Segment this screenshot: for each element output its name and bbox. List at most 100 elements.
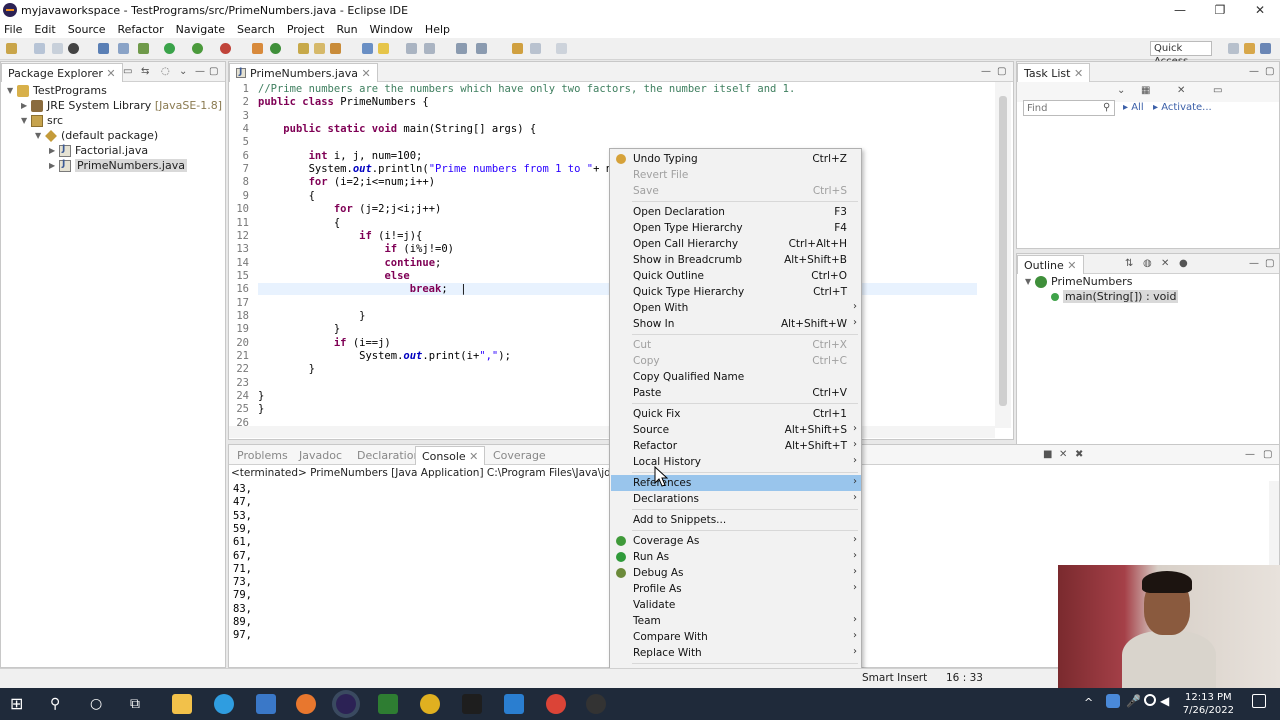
tab-coverage[interactable]: Coverage <box>487 446 552 465</box>
menu-help[interactable]: Help <box>425 23 450 36</box>
menu-file[interactable]: File <box>4 23 22 36</box>
vscode-icon[interactable] <box>504 694 524 714</box>
minimize-view-icon[interactable]: — <box>1245 449 1255 460</box>
menu-item-declarations[interactable]: Declarations › <box>611 491 861 507</box>
menu-item-paste[interactable]: Paste Ctrl+V <box>611 385 861 401</box>
task-view-icon[interactable]: ⧉ <box>130 694 150 714</box>
focus-icon[interactable]: ◌ <box>161 66 170 77</box>
close-tab-icon[interactable]: ✕ <box>1067 259 1076 272</box>
tray-app-icon[interactable] <box>1106 694 1120 708</box>
menu-item-copy-qualified-name[interactable]: Copy Qualified Name <box>611 369 861 385</box>
menu-item-show-in-breadcrumb[interactable]: Show in Breadcrumb Alt+Shift+B <box>611 252 861 268</box>
menu-item-open-type-hierarchy[interactable]: Open Type Hierarchy F4 <box>611 220 861 236</box>
menu-item-team[interactable]: Team › <box>611 613 861 629</box>
notepad-plus-icon[interactable] <box>378 694 398 714</box>
tree-item-default-package[interactable]: ▼ (default package) <box>35 128 158 143</box>
external-tools-icon[interactable] <box>220 43 231 54</box>
store-icon[interactable] <box>256 694 276 714</box>
expanded-arrow-icon[interactable]: ▼ <box>35 131 45 140</box>
volume-icon[interactable]: ◀ <box>1160 694 1169 708</box>
chrome-icon[interactable] <box>546 694 566 714</box>
editor-vertical-scrollbar[interactable] <box>995 82 1011 428</box>
menu-item-cut[interactable]: Cut Ctrl+X <box>611 337 861 353</box>
forward-icon[interactable] <box>556 43 567 54</box>
toggle-icon[interactable] <box>98 43 109 54</box>
terminate-icon[interactable]: ■ <box>1043 449 1052 460</box>
menu-item-open-declaration[interactable]: Open Declaration F3 <box>611 204 861 220</box>
menu-item-revert-file[interactable]: Revert File <box>611 167 861 183</box>
remove-all-icon[interactable]: ✖ <box>1075 449 1083 460</box>
menu-item-save[interactable]: Save Ctrl+S <box>611 183 861 199</box>
maximize-view-icon[interactable]: ▢ <box>997 66 1006 77</box>
maximize-view-icon[interactable]: ▢ <box>1265 66 1274 77</box>
tab-problems[interactable]: Problems <box>231 446 294 465</box>
search-icon[interactable] <box>330 43 341 54</box>
open-type-icon[interactable] <box>314 43 325 54</box>
file-explorer-icon[interactable] <box>172 694 192 714</box>
previous-annotation-icon[interactable] <box>476 43 487 54</box>
tab-primenumbers-java[interactable]: PrimeNumbers.java ✕ <box>229 63 378 82</box>
menu-item-references[interactable]: References› <box>611 475 861 491</box>
show-hidden-icons-icon[interactable]: ^ <box>1084 696 1093 709</box>
close-tab-icon[interactable]: ✕ <box>361 67 370 80</box>
menu-item-source[interactable]: Source Alt+Shift+S › <box>611 422 861 438</box>
menu-item-profile-as[interactable]: Profile As › <box>611 581 861 597</box>
close-button[interactable]: ✕ <box>1240 0 1280 20</box>
expanded-arrow-icon[interactable]: ▼ <box>7 86 17 95</box>
last-edit-icon[interactable] <box>512 43 523 54</box>
debug-icon[interactable] <box>138 43 149 54</box>
minimize-view-icon[interactable]: — <box>195 66 205 77</box>
menu-search[interactable]: Search <box>237 23 275 36</box>
task-find-input[interactable] <box>1023 100 1115 116</box>
new-task-icon[interactable]: ▦ <box>1141 85 1150 96</box>
new-class-icon[interactable] <box>298 43 309 54</box>
menu-item-validate[interactable]: Validate <box>611 597 861 613</box>
menu-item-quick-type-hierarchy[interactable]: Quick Type Hierarchy Ctrl+T <box>611 284 861 300</box>
menu-item-local-history[interactable]: Local History › <box>611 454 861 470</box>
menu-run[interactable]: Run <box>336 23 357 36</box>
run-icon[interactable] <box>164 43 175 54</box>
tab-outline[interactable]: Outline ✕ <box>1017 255 1084 274</box>
collapsed-arrow-icon[interactable]: ▶ <box>21 101 31 110</box>
menu-item-coverage-as[interactable]: Coverage As › <box>611 533 861 549</box>
all-link[interactable]: ▸ All <box>1123 102 1144 113</box>
maximize-view-icon[interactable]: ▢ <box>1263 449 1272 460</box>
hide-static-icon[interactable]: ✕ <box>1161 258 1169 269</box>
hide-nonpublic-icon[interactable]: ● <box>1179 258 1188 269</box>
collapse-all-icon[interactable]: ▭ <box>123 66 132 77</box>
menu-edit[interactable]: Edit <box>34 23 55 36</box>
tab-javadoc[interactable]: Javadoc <box>293 446 348 465</box>
editor-scroll-thumb[interactable] <box>999 96 1007 406</box>
tab-task-list[interactable]: Task List ✕ <box>1017 63 1091 82</box>
quick-access-field[interactable]: Quick Access <box>1150 41 1212 67</box>
open-perspective-icon[interactable] <box>1228 43 1239 54</box>
minimize-button[interactable]: — <box>1160 0 1200 20</box>
minimize-view-icon[interactable]: — <box>981 66 991 77</box>
notifications-icon[interactable] <box>1252 694 1266 708</box>
show-whitespace-icon[interactable] <box>406 43 417 54</box>
menu-item-copy[interactable]: Copy Ctrl+C <box>611 353 861 369</box>
tree-item-primenumbers[interactable]: ▶ PrimeNumbers.java <box>49 158 187 173</box>
tab-package-explorer[interactable]: Package Explorer ✕ <box>1 63 123 82</box>
menu-item-show-in[interactable]: Show In Alt+Shift+W › <box>611 316 861 332</box>
next-annotation-icon[interactable] <box>456 43 467 54</box>
windows-start-icon[interactable]: ⊞ <box>10 694 30 714</box>
network-icon[interactable] <box>1144 694 1156 706</box>
tab-console[interactable]: Console ✕ <box>415 446 486 465</box>
outline-method-item[interactable]: main(String[]) : void <box>1051 289 1179 304</box>
maximize-button[interactable]: ❐ <box>1200 0 1240 20</box>
eclipse-taskbar-icon[interactable] <box>336 694 356 714</box>
checkmark-app-icon[interactable] <box>420 694 440 714</box>
word-wrap-icon[interactable] <box>378 43 389 54</box>
minimize-view-icon[interactable]: — <box>1249 66 1259 77</box>
menu-window[interactable]: Window <box>370 23 413 36</box>
microphone-icon[interactable]: 🎤 <box>1126 694 1141 708</box>
link-editor-icon[interactable]: ⇆ <box>141 66 149 77</box>
tree-item-jre-library[interactable]: ▶ JRE System Library [JavaSE-1.8] <box>21 98 222 113</box>
outline-class-item[interactable]: ▼ PrimeNumbers <box>1025 274 1132 289</box>
java-perspective-icon[interactable] <box>1260 43 1271 54</box>
menu-item-quick-fix[interactable]: Quick Fix Ctrl+1 <box>611 406 861 422</box>
cortana-icon[interactable]: ○ <box>90 694 110 714</box>
menu-item-add-to-snippets[interactable]: Add to Snippets... <box>611 512 861 528</box>
tree-item-project[interactable]: ▼ TestPrograms <box>7 83 107 98</box>
